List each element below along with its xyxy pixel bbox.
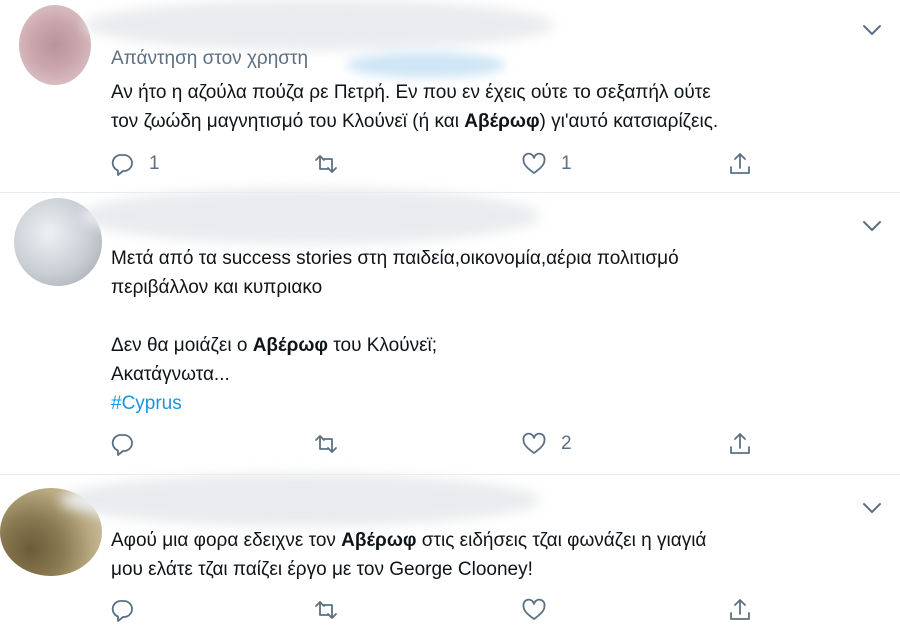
chevron-down-icon[interactable] (860, 498, 884, 518)
retweet-icon (315, 155, 337, 173)
heart-icon (522, 432, 546, 454)
text-run: Αν ήτο η αζούλα πούζα ρε Πετρή. Εν που ε… (111, 82, 711, 103)
retweet-button[interactable] (313, 596, 353, 624)
blurred-author-name (60, 474, 540, 526)
tweet-text-line: μου ελάτε τζαι παίζει έργο με τον George… (111, 555, 706, 584)
highlighted-keyword: Αβέρωφ (341, 530, 417, 551)
text-run: μου ελάτε τζαι παίζει έργο με τον George… (111, 559, 533, 580)
reply-icon (111, 600, 133, 622)
chevron-down-icon[interactable] (860, 216, 884, 236)
tweet[interactable]: Αφού μια φορα εδειχνε τον Αβέρωφ στις ει… (0, 474, 900, 628)
tweet[interactable]: Απάντηση στον χρηστη Αν ήτο η αζούλα πού… (0, 0, 900, 192)
text-run: στις ειδήσεις τζαι φωνάζει η γιαγιά (416, 530, 707, 551)
text-run: Ακατάγνωτα... (111, 364, 230, 385)
reply-icon (111, 434, 133, 456)
tweet-text: Αφού μια φορα εδειχνε τον Αβέρωφ στις ει… (111, 526, 706, 584)
reply-button[interactable] (109, 596, 149, 624)
retweet-icon (315, 435, 337, 453)
reply-to-label[interactable]: Απάντηση στον χρηστη (111, 48, 308, 70)
text-run: περιβάλλον και κυπριακο (111, 277, 323, 298)
text-run: του Κλούνεϊ; (327, 335, 438, 356)
reply-button[interactable] (109, 430, 149, 458)
share-button[interactable] (727, 430, 753, 458)
text-run: ) γι'αυτό κατσιαρίζεις. (539, 111, 719, 132)
tweet-text-line (111, 302, 679, 331)
text-run: Δεν θα μοιάζει ο (111, 335, 253, 356)
text-run: τον ζωώδη μαγνητισμό του Κλούνεϊ (ή και (111, 111, 465, 132)
tweet-text-line: Μετά από τα success stories στη παιδεία,… (111, 244, 679, 273)
tweet-text-line: τον ζωώδη μαγνητισμό του Κλούνεϊ (ή και … (111, 107, 718, 136)
retweet-button[interactable] (313, 430, 353, 458)
tweet-text: Αν ήτο η αζούλα πούζα ρε Πετρή. Εν που ε… (111, 78, 718, 136)
like-count: 2 (561, 433, 572, 454)
tweet-text-line: Ακατάγνωτα... (111, 360, 679, 389)
retweet-button[interactable] (313, 150, 353, 178)
blurred-author-name (80, 188, 540, 244)
share-icon (730, 433, 750, 454)
heart-icon (522, 152, 546, 174)
retweet-icon (315, 601, 337, 619)
share-icon (730, 153, 750, 174)
like-button[interactable] (521, 596, 561, 624)
share-button[interactable] (727, 150, 753, 178)
text-run: Μετά από τα success stories στη παιδεία,… (111, 248, 679, 269)
heart-icon (522, 598, 546, 620)
like-button[interactable]: 2 (521, 430, 572, 458)
tweet-text-line: #Cyprus (111, 389, 679, 418)
blurred-author-name (84, 0, 554, 50)
highlighted-keyword: Αβέρωφ (464, 111, 540, 132)
chevron-down-icon[interactable] (860, 20, 884, 40)
reply-icon (111, 154, 133, 176)
tweet[interactable]: Μετά από τα success stories στη παιδεία,… (0, 188, 900, 474)
share-icon (730, 599, 750, 620)
text-run: Αφού μια φορα εδειχνε τον (111, 530, 342, 551)
like-count: 1 (561, 153, 572, 174)
reply-count: 1 (149, 153, 160, 174)
tweet-text-line: Αφού μια φορα εδειχνε τον Αβέρωφ στις ει… (111, 526, 706, 555)
reply-button[interactable]: 1 (109, 150, 160, 178)
hashtag-link[interactable]: #Cyprus (111, 393, 182, 414)
blurred-reply-handle (346, 52, 506, 78)
share-button[interactable] (727, 596, 753, 624)
tweet-text-line: Αν ήτο η αζούλα πούζα ρε Πετρή. Εν που ε… (111, 78, 718, 107)
avatar[interactable] (19, 5, 91, 85)
like-button[interactable]: 1 (521, 150, 572, 178)
highlighted-keyword: Αβέρωφ (252, 335, 328, 356)
tweet-text: Μετά από τα success stories στη παιδεία,… (111, 244, 679, 418)
tweet-text-line: περιβάλλον και κυπριακο (111, 273, 679, 302)
tweet-text-line: Δεν θα μοιάζει ο Αβέρωφ του Κλούνεϊ; (111, 331, 679, 360)
